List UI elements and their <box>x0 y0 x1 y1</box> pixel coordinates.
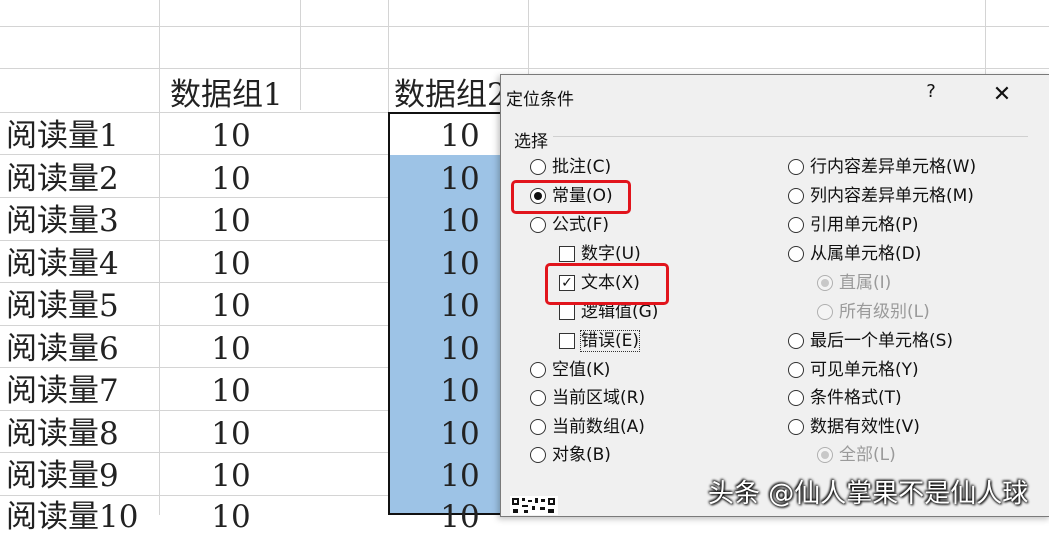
radio-icon <box>530 447 546 463</box>
radio-icon <box>788 159 804 175</box>
radio-icon <box>788 217 804 233</box>
highlight-constants <box>511 180 631 214</box>
row-label[interactable]: 阅读量7 <box>6 370 119 412</box>
radio-icon <box>788 188 804 204</box>
grid-line <box>985 0 986 74</box>
option-validation-all[interactable]: 全部(L) <box>817 442 896 468</box>
cell-value[interactable]: 10 <box>171 115 291 157</box>
option-conditional-formats[interactable]: 条件格式(T) <box>788 385 902 411</box>
row-label[interactable]: 阅读量2 <box>6 158 119 200</box>
radio-icon <box>530 390 546 406</box>
qr-code-icon <box>510 496 558 515</box>
grid-line <box>528 0 529 74</box>
option-current-region[interactable]: 当前区域(R) <box>530 385 645 411</box>
cell-value[interactable]: 10 <box>171 328 291 370</box>
option-row-differences[interactable]: 行内容差异单元格(W) <box>788 154 976 180</box>
option-data-validation[interactable]: 数据有效性(V) <box>788 414 920 440</box>
grid-line <box>159 0 160 515</box>
option-direct-only[interactable]: 直属(I) <box>817 270 891 296</box>
radio-checked-disabled-icon <box>817 447 833 463</box>
cell-value[interactable]: 10 <box>171 496 291 538</box>
row-label[interactable]: 阅读量3 <box>6 200 119 242</box>
radio-icon <box>530 159 546 175</box>
option-objects[interactable]: 对象(B) <box>530 442 611 468</box>
row-label[interactable]: 阅读量4 <box>6 243 119 285</box>
option-formulas[interactable]: 公式(F) <box>530 212 609 238</box>
checkbox-icon <box>559 333 575 349</box>
cell-value[interactable]: 10 <box>171 200 291 242</box>
radio-icon <box>788 419 804 435</box>
row-label[interactable]: 阅读量5 <box>6 285 119 327</box>
go-to-special-dialog: 定位条件 ? ✕ 选择 批注(C) 常量(O) 公式(F) 数字(U) ✓ 文本(… <box>500 74 1049 517</box>
row-label[interactable]: 阅读量8 <box>6 413 119 455</box>
option-last-cell[interactable]: 最后一个单元格(S) <box>788 328 953 354</box>
cell-value[interactable]: 10 <box>171 243 291 285</box>
radio-disabled-icon <box>817 304 833 320</box>
row-label[interactable]: 阅读量1 <box>6 115 119 157</box>
row-label[interactable]: 阅读量6 <box>6 328 119 370</box>
option-errors[interactable]: 错误(E) <box>559 328 641 354</box>
close-button[interactable]: ✕ <box>987 79 1017 111</box>
radio-checked-disabled-icon <box>817 275 833 291</box>
highlight-text <box>545 263 669 305</box>
cell-value[interactable]: 10 <box>171 413 291 455</box>
grid-line <box>0 26 1049 27</box>
option-precedents[interactable]: 引用单元格(P) <box>788 212 919 238</box>
radio-icon <box>530 419 546 435</box>
grid-line <box>300 0 301 110</box>
checkbox-icon <box>559 246 575 262</box>
row-label[interactable]: 阅读量9 <box>6 455 119 497</box>
group-label: 选择 <box>514 132 548 152</box>
radio-icon <box>788 246 804 262</box>
checkbox-icon <box>559 304 575 320</box>
option-all-levels[interactable]: 所有级别(L) <box>817 299 930 325</box>
help-button[interactable]: ? <box>921 81 941 111</box>
radio-icon <box>530 217 546 233</box>
option-blanks[interactable]: 空值(K) <box>530 357 610 383</box>
option-current-array[interactable]: 当前数组(A) <box>530 414 645 440</box>
grid-line <box>0 68 1049 69</box>
option-comments[interactable]: 批注(C) <box>530 154 611 180</box>
row-label[interactable]: 阅读量10 <box>6 496 138 538</box>
radio-icon <box>788 333 804 349</box>
cell-value[interactable]: 10 <box>171 158 291 200</box>
group-divider <box>553 136 1028 137</box>
cell-value[interactable]: 10 <box>171 285 291 327</box>
cell-value[interactable]: 10 <box>171 455 291 497</box>
option-dependents[interactable]: 从属单元格(D) <box>788 241 921 267</box>
dialog-title: 定位条件 <box>506 90 574 110</box>
radio-icon <box>788 362 804 378</box>
cell-value[interactable]: 10 <box>171 370 291 412</box>
radio-icon <box>788 390 804 406</box>
watermark-text: 头条 @仙人掌果不是仙人球 <box>708 479 1029 509</box>
radio-icon <box>530 362 546 378</box>
column-header-1[interactable]: 数据组1 <box>170 74 283 116</box>
column-header-2[interactable]: 数据组2 <box>394 74 500 116</box>
option-column-differences[interactable]: 列内容差异单元格(M) <box>788 183 974 209</box>
option-visible-cells[interactable]: 可见单元格(Y) <box>788 357 919 383</box>
